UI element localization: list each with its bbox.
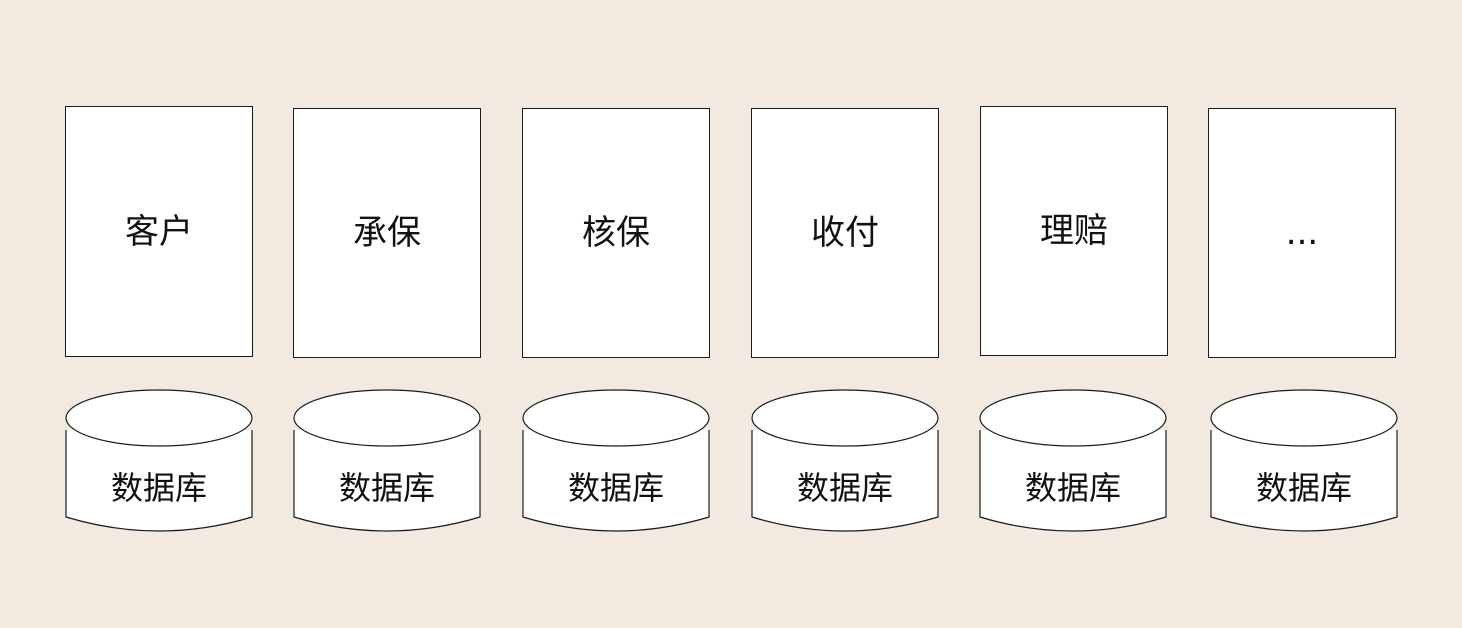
- service-box-underwriting: 承保: [293, 108, 481, 358]
- database-cylinder: 数据库: [750, 388, 940, 533]
- service-label: ...: [1285, 213, 1319, 253]
- database-icon: [1210, 389, 1398, 532]
- database-cylinder: 数据库: [64, 388, 254, 533]
- database-icon: [751, 389, 939, 532]
- database-cylinder: 数据库: [521, 388, 711, 533]
- database-label: 数据库: [567, 469, 664, 507]
- service-box-review: 核保: [522, 108, 710, 358]
- database-label: 数据库: [1255, 469, 1352, 507]
- database-icon: [522, 389, 710, 532]
- service-label: 客户: [125, 211, 193, 252]
- service-box-payment: 收付: [751, 108, 939, 358]
- database-icon: [65, 389, 253, 532]
- database-cylinder: 数据库: [978, 388, 1168, 533]
- service-box-claims: 理赔: [980, 106, 1168, 356]
- database-cylinder: 数据库: [1209, 388, 1399, 533]
- database-cylinder: 数据库: [292, 388, 482, 533]
- service-label: 收付: [811, 213, 879, 253]
- database-icon: [979, 389, 1167, 532]
- service-label: 承保: [353, 213, 421, 253]
- service-label: 核保: [582, 213, 650, 253]
- database-label: 数据库: [338, 469, 435, 507]
- database-label: 数据库: [796, 469, 893, 507]
- database-icon: [293, 389, 481, 532]
- database-label: 数据库: [110, 469, 207, 507]
- database-label: 数据库: [1024, 469, 1121, 507]
- service-label: 理赔: [1040, 211, 1108, 251]
- service-box-more: ...: [1208, 108, 1396, 358]
- service-box-customer: 客户: [65, 106, 253, 357]
